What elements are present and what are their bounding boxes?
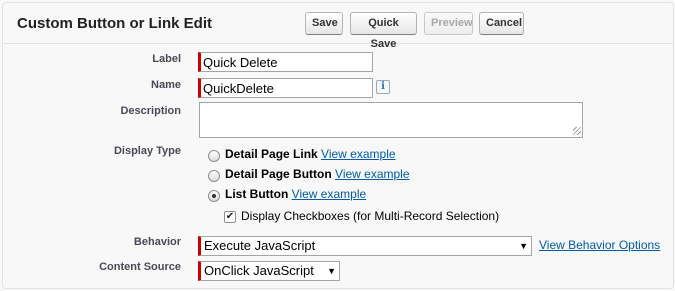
chevron-down-icon: ▼ (519, 241, 528, 251)
view-example-link-2[interactable]: View example (335, 167, 409, 181)
content-source-select[interactable]: OnClick JavaScript ▼ (198, 261, 340, 281)
cancel-button[interactable]: Cancel (479, 12, 524, 35)
view-behavior-options-link[interactable]: View Behavior Options (539, 238, 660, 252)
label-field-label: Label (152, 53, 181, 65)
chevron-down-icon: ▼ (327, 266, 336, 276)
description-textarea[interactable] (199, 102, 583, 138)
quick-save-button[interactable]: Quick Save (350, 12, 417, 50)
display-type-label: Display Type (113, 145, 181, 157)
label-input[interactable] (198, 52, 373, 72)
radio-label-list-button: List Button (225, 187, 289, 201)
behavior-label: Behavior (133, 236, 181, 248)
display-checkboxes-label: Display Checkboxes (for Multi-Record Sel… (241, 209, 500, 223)
view-example-link-3[interactable]: View example (292, 187, 366, 201)
radio-detail-page-button[interactable] (208, 170, 220, 182)
radio-label-detail-page-button: Detail Page Button (225, 167, 332, 181)
radio-detail-page-link[interactable] (208, 150, 220, 162)
name-field-label: Name (151, 79, 181, 91)
name-input[interactable] (198, 78, 373, 98)
behavior-select[interactable]: Execute JavaScript ▼ (198, 236, 532, 256)
behavior-select-value: Execute JavaScript (204, 238, 316, 253)
page-title: Custom Button or Link Edit (17, 15, 212, 32)
save-button[interactable]: Save (305, 12, 343, 35)
display-checkboxes-checkbox[interactable]: ✔ (224, 211, 236, 223)
page-header: Custom Button or Link Edit Save Quick Sa… (3, 3, 673, 50)
preview-button[interactable]: Preview (424, 12, 473, 35)
content-source-select-value: OnClick JavaScript (204, 263, 314, 278)
radio-list-button[interactable] (208, 190, 220, 202)
info-icon[interactable]: i (376, 80, 390, 94)
radio-label-detail-page-link: Detail Page Link (225, 147, 318, 161)
content-source-label: Content Source (99, 261, 181, 273)
view-example-link-1[interactable]: View example (321, 147, 395, 161)
description-field-label: Description (120, 105, 181, 117)
resize-grip-icon[interactable] (573, 127, 581, 135)
